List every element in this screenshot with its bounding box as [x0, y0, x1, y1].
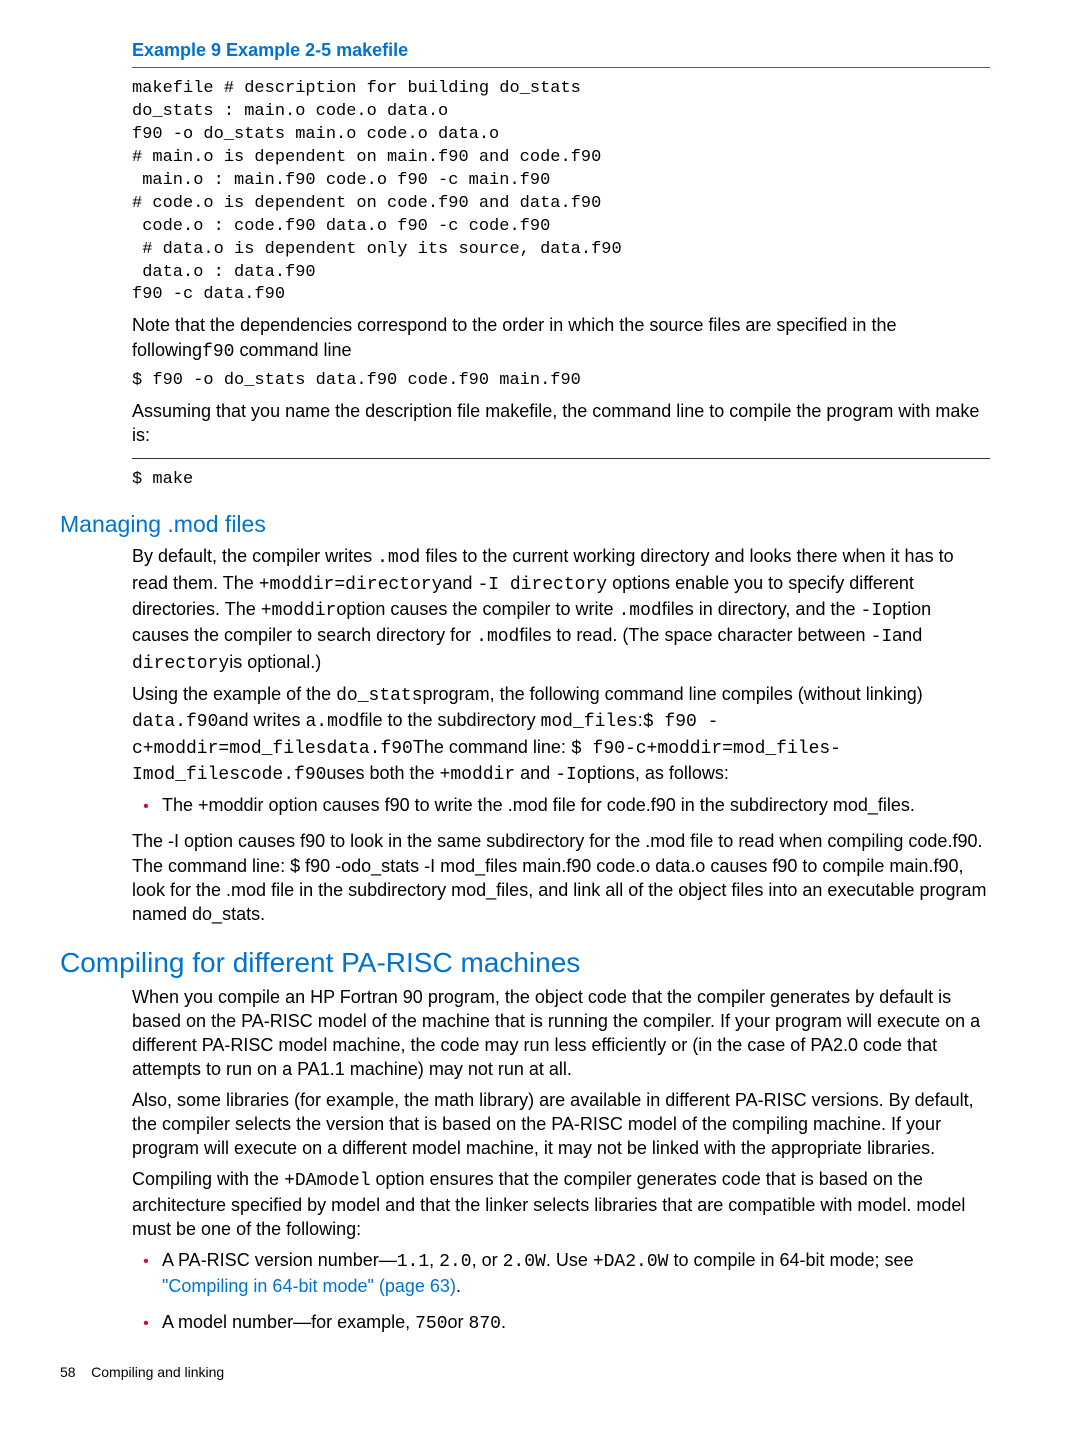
inline-code: a.mod — [305, 712, 359, 732]
inline-code: 2.0W — [503, 1252, 546, 1272]
mod-para-3: The -I option causes f90 to look in the … — [132, 829, 990, 926]
example-code-block: makefile # description for building do_s… — [132, 78, 990, 307]
text: A PA-RISC version number— — [162, 1250, 397, 1270]
inline-code: +DA2.0W — [593, 1252, 669, 1272]
inline-code: -I — [860, 601, 882, 621]
text: and — [442, 573, 477, 593]
text: and — [892, 625, 922, 645]
page-number: 58 — [60, 1364, 76, 1380]
text: . — [456, 1276, 461, 1296]
mod-para-1: By default, the compiler writes .mod fil… — [132, 544, 990, 675]
inline-code: .mod — [476, 627, 519, 647]
example-title: Example 9 Example 2-5 makefile — [132, 40, 990, 61]
note-dependencies: Note that the dependencies correspond to… — [132, 313, 990, 364]
command-line-1: $ f90 -o do_stats data.f90 code.f90 main… — [132, 370, 990, 393]
text: files in directory, and the — [662, 599, 861, 619]
inline-code: directory — [132, 654, 229, 674]
text: to compile in 64-bit mode; see — [668, 1250, 913, 1270]
inline-code: 870 — [469, 1314, 501, 1334]
text: A model number—for example, — [162, 1312, 415, 1332]
text: program, the following command line comp… — [423, 684, 923, 704]
parisc-p3: Compiling with the +DAmodel option ensur… — [132, 1167, 990, 1242]
command-line-make: $ make — [132, 469, 990, 492]
text: Compiling with the — [132, 1169, 284, 1189]
inline-code: data.f90 — [132, 712, 218, 732]
text: Using the example of the — [132, 684, 336, 704]
text: files to read. (The space character betw… — [519, 625, 870, 645]
mod-bullet-list: The +moddir option causes f90 to write t… — [132, 793, 990, 817]
inline-code: do_stats — [336, 686, 422, 706]
bullet-version-number: A PA-RISC version number—1.1, 2.0, or 2.… — [162, 1248, 990, 1299]
inline-code: .mod — [377, 548, 420, 568]
text: options, as follows: — [577, 763, 729, 783]
inline-code: +moddir=directory — [259, 575, 443, 595]
section-managing-mod: Managing .mod files — [60, 511, 990, 538]
page-footer: 58 Compiling and linking — [60, 1364, 990, 1380]
inline-code: -I — [871, 627, 893, 647]
inline-code: 2.0 — [439, 1252, 471, 1272]
text: is optional.) — [229, 652, 321, 672]
inline-code: -I directory — [477, 575, 607, 595]
make-note: Assuming that you name the description f… — [132, 399, 990, 448]
inline-code: data.f90 — [326, 739, 412, 759]
inline-code: -I — [555, 765, 577, 785]
inline-code: 750 — [415, 1314, 447, 1334]
text: and — [515, 763, 555, 783]
inline-code: mod_files — [541, 712, 638, 732]
parisc-p2: Also, some libraries (for example, the m… — [132, 1088, 990, 1161]
text: file to the subdirectory — [359, 710, 540, 730]
text: By default, the compiler writes — [132, 546, 377, 566]
bullet-moddir: The +moddir option causes f90 to write t… — [162, 793, 990, 817]
inline-code: .mod — [619, 601, 662, 621]
mod-para-2: Using the example of the do_statsprogram… — [132, 682, 990, 787]
parisc-p1: When you compile an HP Fortran 90 progra… — [132, 985, 990, 1082]
inline-code: 1.1 — [397, 1252, 429, 1272]
link-64bit-mode[interactable]: "Compiling in 64-bit mode" (page 63) — [162, 1276, 456, 1296]
text: command line — [234, 340, 351, 360]
section-parisc: Compiling for different PA-RISC machines — [60, 947, 990, 979]
text: uses both the — [326, 763, 439, 783]
example-rule-top — [132, 67, 990, 68]
inline-code: f90 — [202, 342, 234, 362]
inline-code: +moddir — [261, 601, 337, 621]
text: and writes — [218, 710, 305, 730]
footer-label: Compiling and linking — [91, 1364, 224, 1380]
text: , — [429, 1250, 439, 1270]
inline-code: +DAmodel — [284, 1171, 370, 1191]
text: . Use — [546, 1250, 593, 1270]
text: , or — [472, 1250, 503, 1270]
text: The command line: — [413, 737, 571, 757]
text: option causes the compiler to write — [336, 599, 618, 619]
inline-code: code.f90 — [240, 765, 326, 785]
parisc-bullet-list: A PA-RISC version number—1.1, 2.0, or 2.… — [132, 1248, 990, 1337]
bullet-model-number: A model number—for example, 750or 870. — [162, 1310, 990, 1336]
inline-code: +moddir — [440, 765, 516, 785]
text: . — [501, 1312, 506, 1332]
example-rule-bottom — [132, 458, 990, 459]
text: or — [448, 1312, 469, 1332]
